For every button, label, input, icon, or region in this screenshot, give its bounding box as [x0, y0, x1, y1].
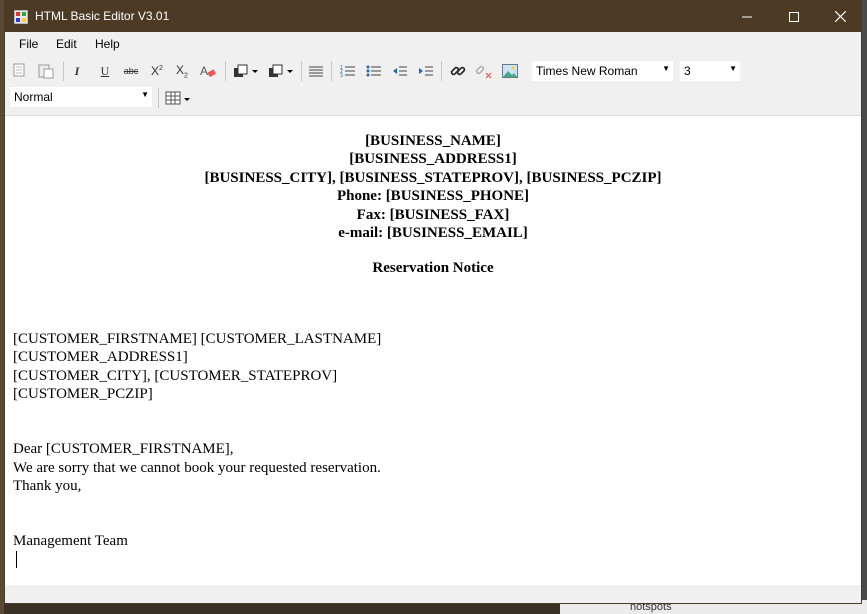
insert-table-dropdown[interactable] — [164, 87, 194, 109]
strikethrough-button[interactable]: abc — [120, 60, 142, 82]
paste-button[interactable] — [35, 60, 57, 82]
copy-icon — [13, 63, 25, 77]
superscript-button[interactable]: X2 — [146, 60, 168, 82]
maximize-icon — [789, 11, 799, 22]
business-address-line: [BUSINESS_ADDRESS1] — [349, 151, 517, 167]
customer-pczip-line: [CUSTOMER_PCZIP] — [13, 386, 153, 402]
editor-content[interactable]: [BUSINESS_NAME] [BUSINESS_ADDRESS1] [BUS… — [5, 115, 861, 586]
unlink-icon — [475, 65, 492, 79]
paragraph-style-value: Normal — [14, 90, 53, 104]
salutation-line: Dear [CUSTOMER_FIRSTNAME], — [13, 441, 234, 457]
superscript-icon: X2 — [151, 64, 163, 78]
link-icon — [450, 66, 466, 76]
toolbar-separator — [301, 61, 302, 81]
signature-line: Management Team — [13, 533, 128, 549]
remove-link-button[interactable] — [473, 60, 495, 82]
table-icon — [165, 91, 190, 105]
bullet-list-icon — [366, 65, 381, 77]
body-message-line: We are sorry that we cannot book your re… — [13, 460, 381, 476]
paragraph-style-select[interactable]: Normal ▼ — [9, 86, 153, 108]
minimize-icon — [742, 16, 752, 17]
align-justify-icon — [309, 66, 323, 77]
menu-help[interactable]: Help — [95, 37, 120, 51]
bullet-list-button[interactable] — [363, 60, 385, 82]
closing-line: Thank you, — [13, 478, 82, 494]
app-icon — [14, 10, 28, 24]
italic-button[interactable]: I — [66, 60, 88, 82]
eraser-icon: A — [200, 64, 216, 78]
numbered-list-icon: 123 — [340, 65, 355, 78]
menu-edit[interactable]: Edit — [56, 37, 77, 51]
subscript-button[interactable]: X2 — [171, 60, 193, 82]
customer-address-line: [CUSTOMER_ADDRESS1] — [13, 349, 188, 365]
close-icon — [834, 11, 846, 22]
clear-format-button[interactable]: A — [197, 60, 219, 82]
outdent-button[interactable] — [389, 60, 411, 82]
business-phone-line: Phone: [BUSINESS_PHONE] — [336, 188, 530, 204]
strikethrough-icon: abc — [123, 66, 139, 76]
minimize-button[interactable] — [724, 1, 770, 32]
chevron-down-icon: ▼ — [729, 64, 737, 73]
numbered-list-button[interactable]: 123 — [337, 60, 359, 82]
chevron-down-icon: ▼ — [662, 64, 670, 73]
underline-icon: U — [100, 63, 110, 78]
subscript-icon: X2 — [176, 62, 188, 80]
indent-button[interactable] — [415, 60, 437, 82]
formatting-toolbar: I U abc X2 X2 A 123 Times New Roman ▼ 3 … — [5, 57, 861, 85]
toolbar-separator — [63, 61, 64, 81]
indent-icon — [419, 66, 433, 76]
style-toolbar: Normal ▼ — [5, 85, 861, 111]
underline-button[interactable]: U — [94, 60, 116, 82]
toolbar-separator — [441, 61, 442, 81]
desktop-background-right — [862, 0, 867, 614]
font-size-select[interactable]: 3 ▼ — [679, 60, 741, 82]
maximize-button[interactable] — [771, 1, 817, 32]
fore-color-icon — [234, 64, 258, 77]
paste-icon — [38, 64, 54, 79]
business-email-line: e-mail: [BUSINESS_EMAIL] — [338, 225, 528, 241]
toolbar-separator — [158, 88, 159, 108]
font-name-select[interactable]: Times New Roman ▼ — [531, 60, 674, 82]
close-button[interactable] — [817, 1, 863, 32]
back-color-icon — [269, 64, 293, 77]
back-color-dropdown[interactable] — [266, 60, 296, 82]
notice-title: Reservation Notice — [372, 260, 494, 276]
font-size-value: 3 — [684, 64, 691, 78]
business-name-line: [BUSINESS_NAME] — [365, 133, 501, 149]
insert-image-button[interactable] — [499, 60, 521, 82]
menu-bar: File Edit Help — [5, 32, 861, 57]
customer-city-line: [CUSTOMER_CITY], [CUSTOMER_STATEPROV] — [13, 368, 338, 384]
status-bar — [5, 585, 861, 603]
menu-file[interactable]: File — [19, 37, 38, 51]
editor-window: HTML Basic Editor V3.01 File Edit Help I… — [4, 0, 862, 604]
font-name-value: Times New Roman — [536, 64, 638, 78]
text-caret — [16, 551, 17, 568]
business-city-line: [BUSINESS_CITY], [BUSINESS_STATEPROV], [… — [204, 170, 662, 186]
outdent-icon — [393, 66, 407, 76]
customer-name-line: [CUSTOMER_FIRSTNAME] [CUSTOMER_LASTNAME] — [13, 331, 382, 347]
italic-icon: I — [74, 63, 80, 78]
title-bar[interactable]: HTML Basic Editor V3.01 — [5, 1, 861, 32]
fore-color-dropdown[interactable] — [231, 60, 261, 82]
svg-text:3: 3 — [340, 73, 343, 78]
window-title: HTML Basic Editor V3.01 — [35, 9, 170, 23]
image-icon — [502, 64, 518, 78]
business-fax-line: Fax: [BUSINESS_FAX] — [356, 207, 510, 223]
copy-button[interactable] — [9, 60, 31, 82]
justify-button[interactable] — [305, 60, 327, 82]
toolbar-separator — [331, 61, 332, 81]
svg-text:A: A — [200, 64, 208, 78]
insert-link-button[interactable] — [447, 60, 469, 82]
toolbar-separator — [225, 61, 226, 81]
chevron-down-icon: ▼ — [141, 90, 149, 99]
